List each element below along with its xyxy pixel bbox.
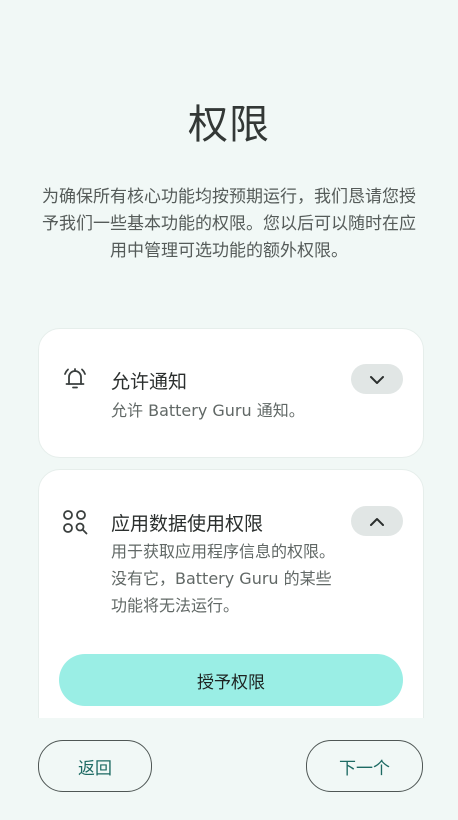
app-search-icon [61, 508, 89, 536]
bell-icon [61, 365, 89, 393]
back-button[interactable]: 返回 [38, 740, 152, 792]
permission-card-notifications: 允许通知 允许 Battery Guru 通知。 [38, 328, 424, 458]
chevron-up-icon [369, 512, 385, 531]
permission-card-usage-data: 应用数据使用权限 用于获取应用程序信息的权限。没有它，Battery Guru … [38, 469, 424, 731]
permission-description: 用于获取应用程序信息的权限。没有它，Battery Guru 的某些功能将无法运… [111, 542, 336, 615]
next-button[interactable]: 下一个 [306, 740, 423, 792]
expand-toggle-button[interactable] [351, 364, 403, 394]
intro-text: 为确保所有核心功能均按预期运行，我们恳请您授予我们一些基本功能的权限。您以后可以… [42, 187, 416, 261]
chevron-down-icon [369, 370, 385, 389]
permission-title: 允许通知 [111, 371, 188, 393]
permission-description: 允许 Battery Guru 通知。 [111, 401, 305, 420]
collapse-toggle-button[interactable] [351, 506, 403, 536]
grant-permission-button[interactable]: 授予权限 [59, 654, 403, 706]
permission-title: 应用数据使用权限 [111, 513, 264, 535]
page-title: 权限 [188, 102, 270, 148]
